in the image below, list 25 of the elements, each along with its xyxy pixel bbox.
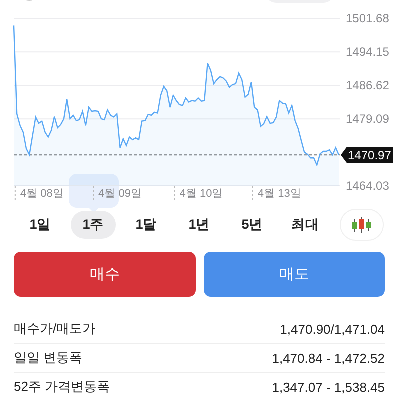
axis-label: 4월 08일 [20, 188, 64, 200]
stat-value: 1,470.90/1,471.04 [280, 322, 385, 336]
axis-label: 1479.09 [346, 112, 390, 126]
range-tab[interactable]: 1달 [124, 211, 169, 239]
axis-label: 1494.15 [346, 45, 390, 60]
stat-label: 52주 가격변동폭 [14, 378, 110, 396]
candlestick-icon[interactable] [340, 209, 384, 241]
range-tab[interactable]: 1년 [177, 211, 222, 239]
stat-label: 일일 변동폭 [14, 349, 83, 367]
axis-label: 4월 13일 [258, 188, 302, 200]
range-tab[interactable]: 5년 [230, 211, 275, 239]
stat-label: 매수가/매도가 [14, 320, 96, 338]
price-tag: 1470.97 [341, 147, 393, 164]
buy-button[interactable]: 매수 [14, 252, 196, 297]
stat-value: 1,470.84 - 1,472.52 [272, 350, 385, 366]
range-tab[interactable]: 1주 [71, 211, 116, 239]
ref-line-label: 1470.97 [348, 148, 392, 163]
axis-label: 1464.03 [346, 179, 390, 193]
axis-label: 4월 09일 [98, 188, 142, 200]
axis-label: 4월 10일 [180, 188, 224, 200]
range-tab[interactable]: 1일 [18, 211, 63, 239]
axis-label: 1486.62 [346, 78, 390, 93]
range-tab[interactable]: 최대 [283, 211, 328, 239]
stat-value: 1,347.07 - 1,538.45 [272, 380, 385, 394]
axis-label: 1501.68 [346, 12, 390, 26]
